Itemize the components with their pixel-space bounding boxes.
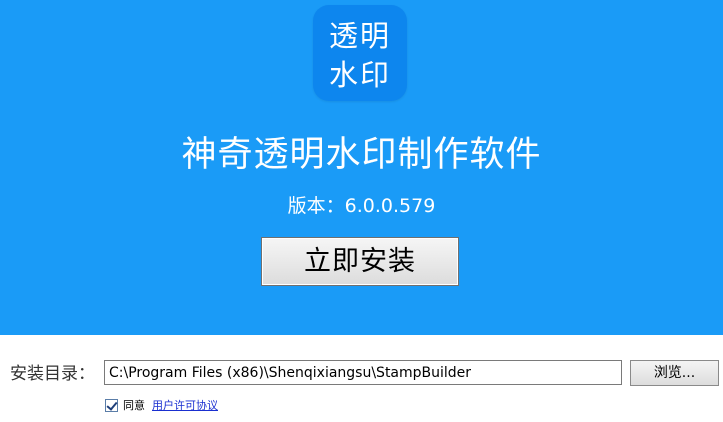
- agree-label: 同意: [123, 399, 145, 412]
- agree-checkbox[interactable]: [105, 399, 118, 412]
- app-logo-icon: 透明 水印: [313, 5, 407, 101]
- version-label: 版本：6.0.0.579: [287, 195, 436, 217]
- install-now-button[interactable]: 立即安装: [261, 237, 459, 286]
- checkmark-icon: [106, 399, 118, 411]
- app-logo-text-line2: 水印: [328, 58, 391, 92]
- install-dir-label: 安装目录：: [10, 364, 95, 384]
- app-title: 神奇透明水印制作软件: [181, 135, 542, 175]
- browse-button[interactable]: 浏览...: [630, 360, 719, 386]
- installer-window: 透明 水印 神奇透明水印制作软件 版本：6.0.0.579 立即安装 安装目录：…: [0, 0, 723, 422]
- hero-banner: 透明 水印 神奇透明水印制作软件 版本：6.0.0.579 立即安装: [0, 0, 723, 335]
- app-logo-text-line1: 透明: [328, 19, 391, 53]
- install-dir-input[interactable]: [104, 360, 622, 385]
- license-agreement-link[interactable]: 用户许可协议: [152, 398, 218, 413]
